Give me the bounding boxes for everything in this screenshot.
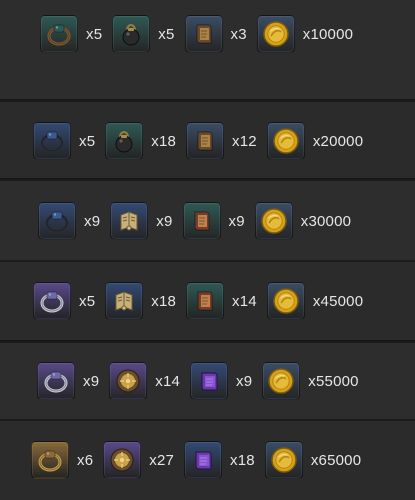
reward-item: x5 xyxy=(112,15,174,53)
tome-icon xyxy=(182,202,221,240)
item-quantity: x5 xyxy=(86,25,103,43)
item-quantity: x27 xyxy=(149,451,175,469)
silver-ring-icon xyxy=(33,282,71,320)
row-6-items: x6 x27 x18 x65000 xyxy=(31,440,371,480)
reward-item: x27 xyxy=(103,441,174,479)
map-scroll-icon xyxy=(105,282,144,320)
dark-ring-icon xyxy=(38,202,76,240)
row-divider xyxy=(0,419,415,421)
reward-item: x65000 xyxy=(264,441,362,479)
scroll-book-icon xyxy=(184,15,223,53)
map-scroll-icon xyxy=(110,202,149,240)
reward-item: x3 xyxy=(184,15,247,53)
row-divider xyxy=(0,100,415,102)
gold-coin-icon xyxy=(256,15,295,53)
item-quantity: x6 xyxy=(77,451,94,469)
gold-coin-icon xyxy=(262,362,301,400)
reward-item: x45000 xyxy=(266,282,364,320)
item-quantity: x3 xyxy=(230,25,247,43)
gold-coin-icon xyxy=(266,122,305,160)
bomb-pouch-icon xyxy=(105,122,144,160)
item-quantity: x5 xyxy=(79,292,96,310)
reward-item: x12 xyxy=(186,122,257,160)
scroll-book-icon xyxy=(186,122,225,160)
reward-item: x18 xyxy=(105,282,176,320)
purple-tome-icon xyxy=(184,441,223,479)
item-quantity: x12 xyxy=(232,132,257,150)
reward-item: x9 xyxy=(182,202,245,240)
reward-item: x5 xyxy=(33,122,95,160)
reward-item: x18 xyxy=(105,122,176,160)
row-divider xyxy=(0,179,415,181)
gold-coin-icon xyxy=(254,202,293,240)
reward-item: x30000 xyxy=(254,202,352,240)
row-2-items: x5 x18 x12 x20000 xyxy=(33,121,373,161)
ornate-medallion-icon xyxy=(103,441,142,479)
purple-tome-icon xyxy=(190,362,229,400)
gold-ring-icon xyxy=(31,441,69,479)
item-quantity: x9 xyxy=(236,372,253,390)
reward-item: x10000 xyxy=(256,15,354,53)
reward-item: x9 xyxy=(110,202,172,240)
item-quantity: x65000 xyxy=(310,451,362,469)
item-quantity: x55000 xyxy=(308,372,359,390)
item-quantity: x9 xyxy=(84,212,101,230)
reward-item: x6 xyxy=(31,441,93,479)
reward-item: x18 xyxy=(184,441,255,479)
item-quantity: x9 xyxy=(156,212,173,230)
row-divider xyxy=(0,341,415,343)
item-quantity: x18 xyxy=(151,292,177,310)
item-quantity: x18 xyxy=(230,451,255,469)
reward-item: x9 xyxy=(190,362,252,400)
row-divider xyxy=(0,260,415,262)
item-quantity: x18 xyxy=(151,132,177,150)
reward-item: x20000 xyxy=(266,122,364,160)
tome-icon xyxy=(186,282,225,320)
reward-item: x9 xyxy=(37,362,99,400)
item-quantity: x14 xyxy=(155,372,181,390)
item-quantity: x5 xyxy=(158,25,175,43)
silver-ring-icon xyxy=(37,362,75,400)
item-quantity: x30000 xyxy=(300,212,352,230)
bronze-ring-icon xyxy=(40,15,78,53)
reward-table: x5 x5 x3 x10000 x5 x18 x12 x20000 x9 x9 … xyxy=(0,0,415,500)
row-5-items: x9 x14 x9 x55000 xyxy=(37,361,369,401)
reward-item: x5 xyxy=(33,282,95,320)
item-quantity: x5 xyxy=(79,132,96,150)
item-quantity: x14 xyxy=(232,292,257,310)
item-quantity: x9 xyxy=(228,212,245,230)
reward-item: x14 xyxy=(186,282,257,320)
row-1-items: x5 x5 x3 x10000 xyxy=(40,14,363,54)
reward-item: x5 xyxy=(40,15,102,53)
row-3-items: x9 x9 x9 x30000 xyxy=(38,201,361,241)
reward-item: x9 xyxy=(38,202,100,240)
reward-item: x55000 xyxy=(262,362,359,400)
item-quantity: x45000 xyxy=(312,292,364,310)
row-4-items: x5 x18 x14 x45000 xyxy=(33,281,373,321)
ornate-medallion-icon xyxy=(109,362,148,400)
item-quantity: x10000 xyxy=(302,25,354,43)
gold-coin-icon xyxy=(264,441,303,479)
reward-item: x14 xyxy=(109,362,180,400)
pouch-icon xyxy=(112,15,151,53)
item-quantity: x20000 xyxy=(312,132,364,150)
item-quantity: x9 xyxy=(83,372,100,390)
gold-coin-icon xyxy=(266,282,305,320)
dark-ring-icon xyxy=(33,122,71,160)
